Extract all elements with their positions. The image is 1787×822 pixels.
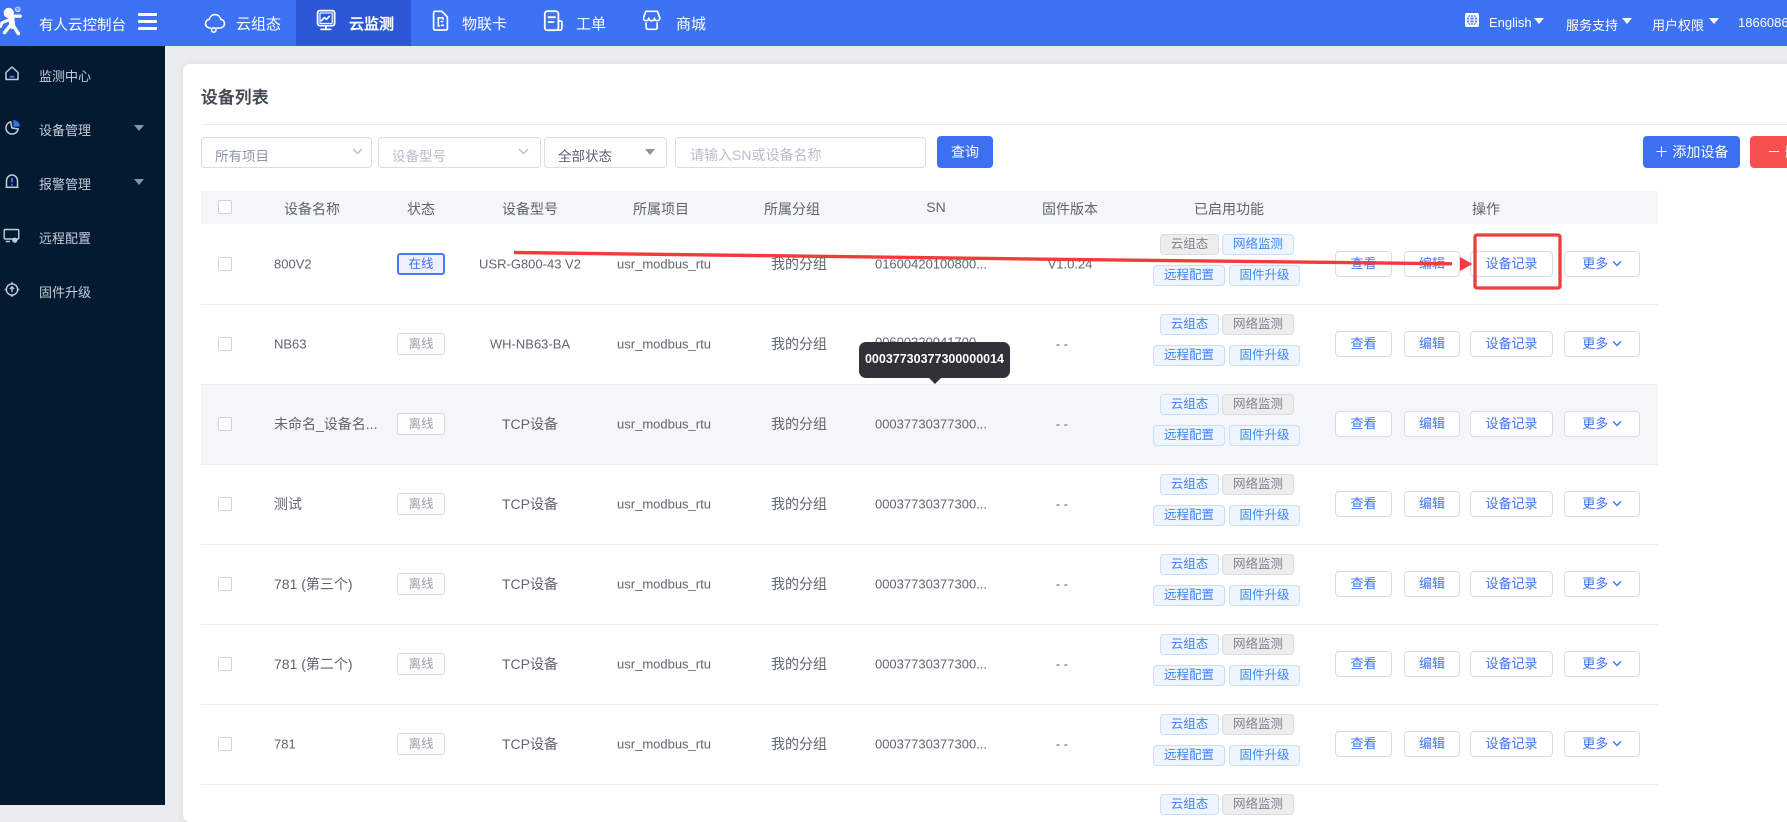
svg-text:R: R [16, 7, 19, 12]
